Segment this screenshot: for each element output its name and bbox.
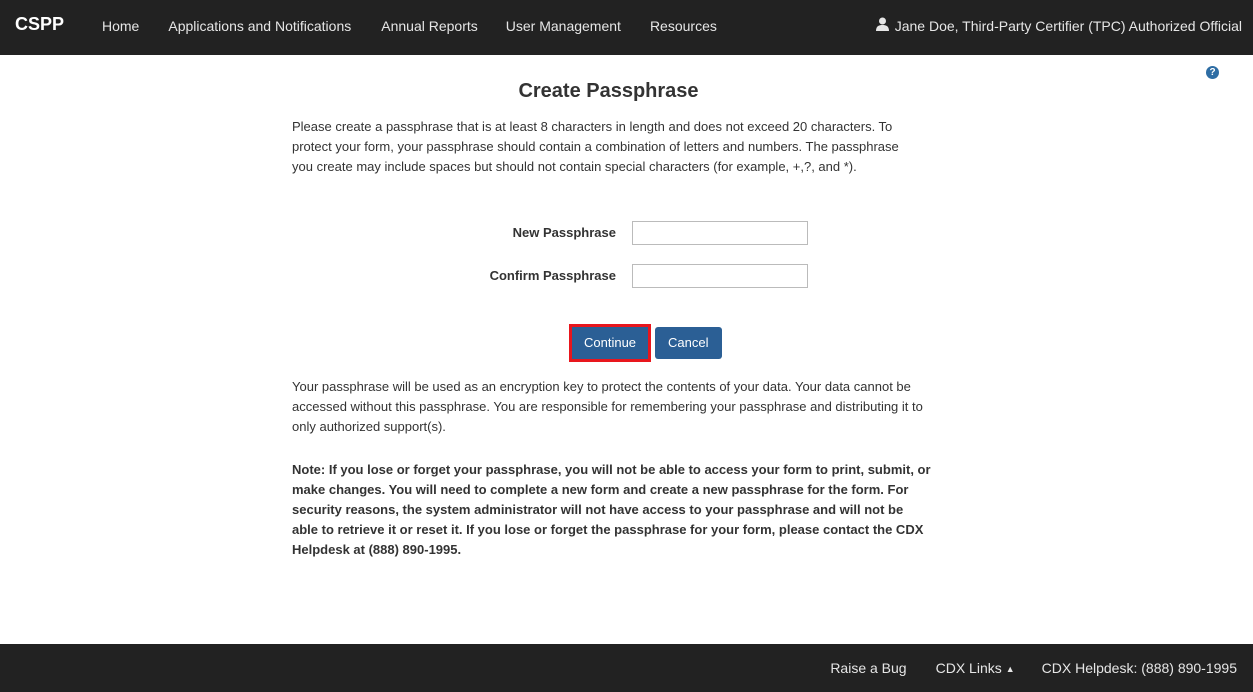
continue-highlight: Continue: [569, 324, 652, 362]
top-navbar: CSPP Home Applications and Notifications…: [0, 0, 1253, 55]
user-icon: [875, 17, 889, 34]
brand-logo[interactable]: CSPP: [15, 0, 64, 55]
continue-button[interactable]: Continue: [572, 327, 649, 359]
nav-item-user-management[interactable]: User Management: [506, 18, 621, 34]
user-menu[interactable]: Jane Doe, Third-Party Certifier (TPC) Au…: [875, 0, 1242, 55]
note-text: Note: If you lose or forget your passphr…: [292, 462, 931, 557]
new-passphrase-row: New Passphrase: [290, 221, 930, 247]
new-passphrase-input[interactable]: [632, 221, 808, 245]
nav-item-annual-reports[interactable]: Annual Reports: [381, 18, 478, 34]
cancel-button[interactable]: Cancel: [655, 327, 722, 359]
nav-item-applications-notifications[interactable]: Applications and Notifications: [168, 18, 351, 34]
encryption-info-text: Your passphrase will be used as an encry…: [292, 379, 923, 434]
confirm-passphrase-label: Confirm Passphrase: [489, 268, 616, 283]
intro-text: Please create a passphrase that is at le…: [292, 119, 899, 174]
nav-item-resources[interactable]: Resources: [650, 18, 717, 34]
caret-up-icon: ▲: [1005, 664, 1015, 674]
footer-bar: Raise a Bug CDX Links ▲ CDX Helpdesk: (88…: [0, 644, 1253, 692]
question-circle-icon[interactable]: ?: [1206, 66, 1219, 79]
main-nav: Home Applications and Notifications Annu…: [102, 0, 717, 55]
page-title: Create Passphrase: [518, 80, 699, 102]
action-buttons: Continue Cancel: [569, 324, 722, 362]
confirm-passphrase-row: Confirm Passphrase: [290, 264, 930, 290]
cdx-helpdesk-link[interactable]: CDX Helpdesk: (888) 890-1995: [1042, 660, 1237, 676]
cdx-links-label: CDX Links: [935, 660, 1002, 676]
cdx-links-dropdown[interactable]: CDX Links ▲: [936, 660, 1015, 676]
footer-links: Raise a Bug CDX Links ▲ CDX Helpdesk: (88…: [830, 644, 1237, 692]
create-passphrase-panel: Create Passphrase Please create a passph…: [290, 80, 931, 557]
nav-item-home[interactable]: Home: [102, 18, 139, 34]
confirm-passphrase-input[interactable]: [632, 264, 808, 288]
new-passphrase-label: New Passphrase: [512, 225, 616, 240]
raise-bug-link[interactable]: Raise a Bug: [830, 660, 906, 676]
user-name: Jane Doe, Third-Party Certifier (TPC) Au…: [894, 17, 1242, 34]
